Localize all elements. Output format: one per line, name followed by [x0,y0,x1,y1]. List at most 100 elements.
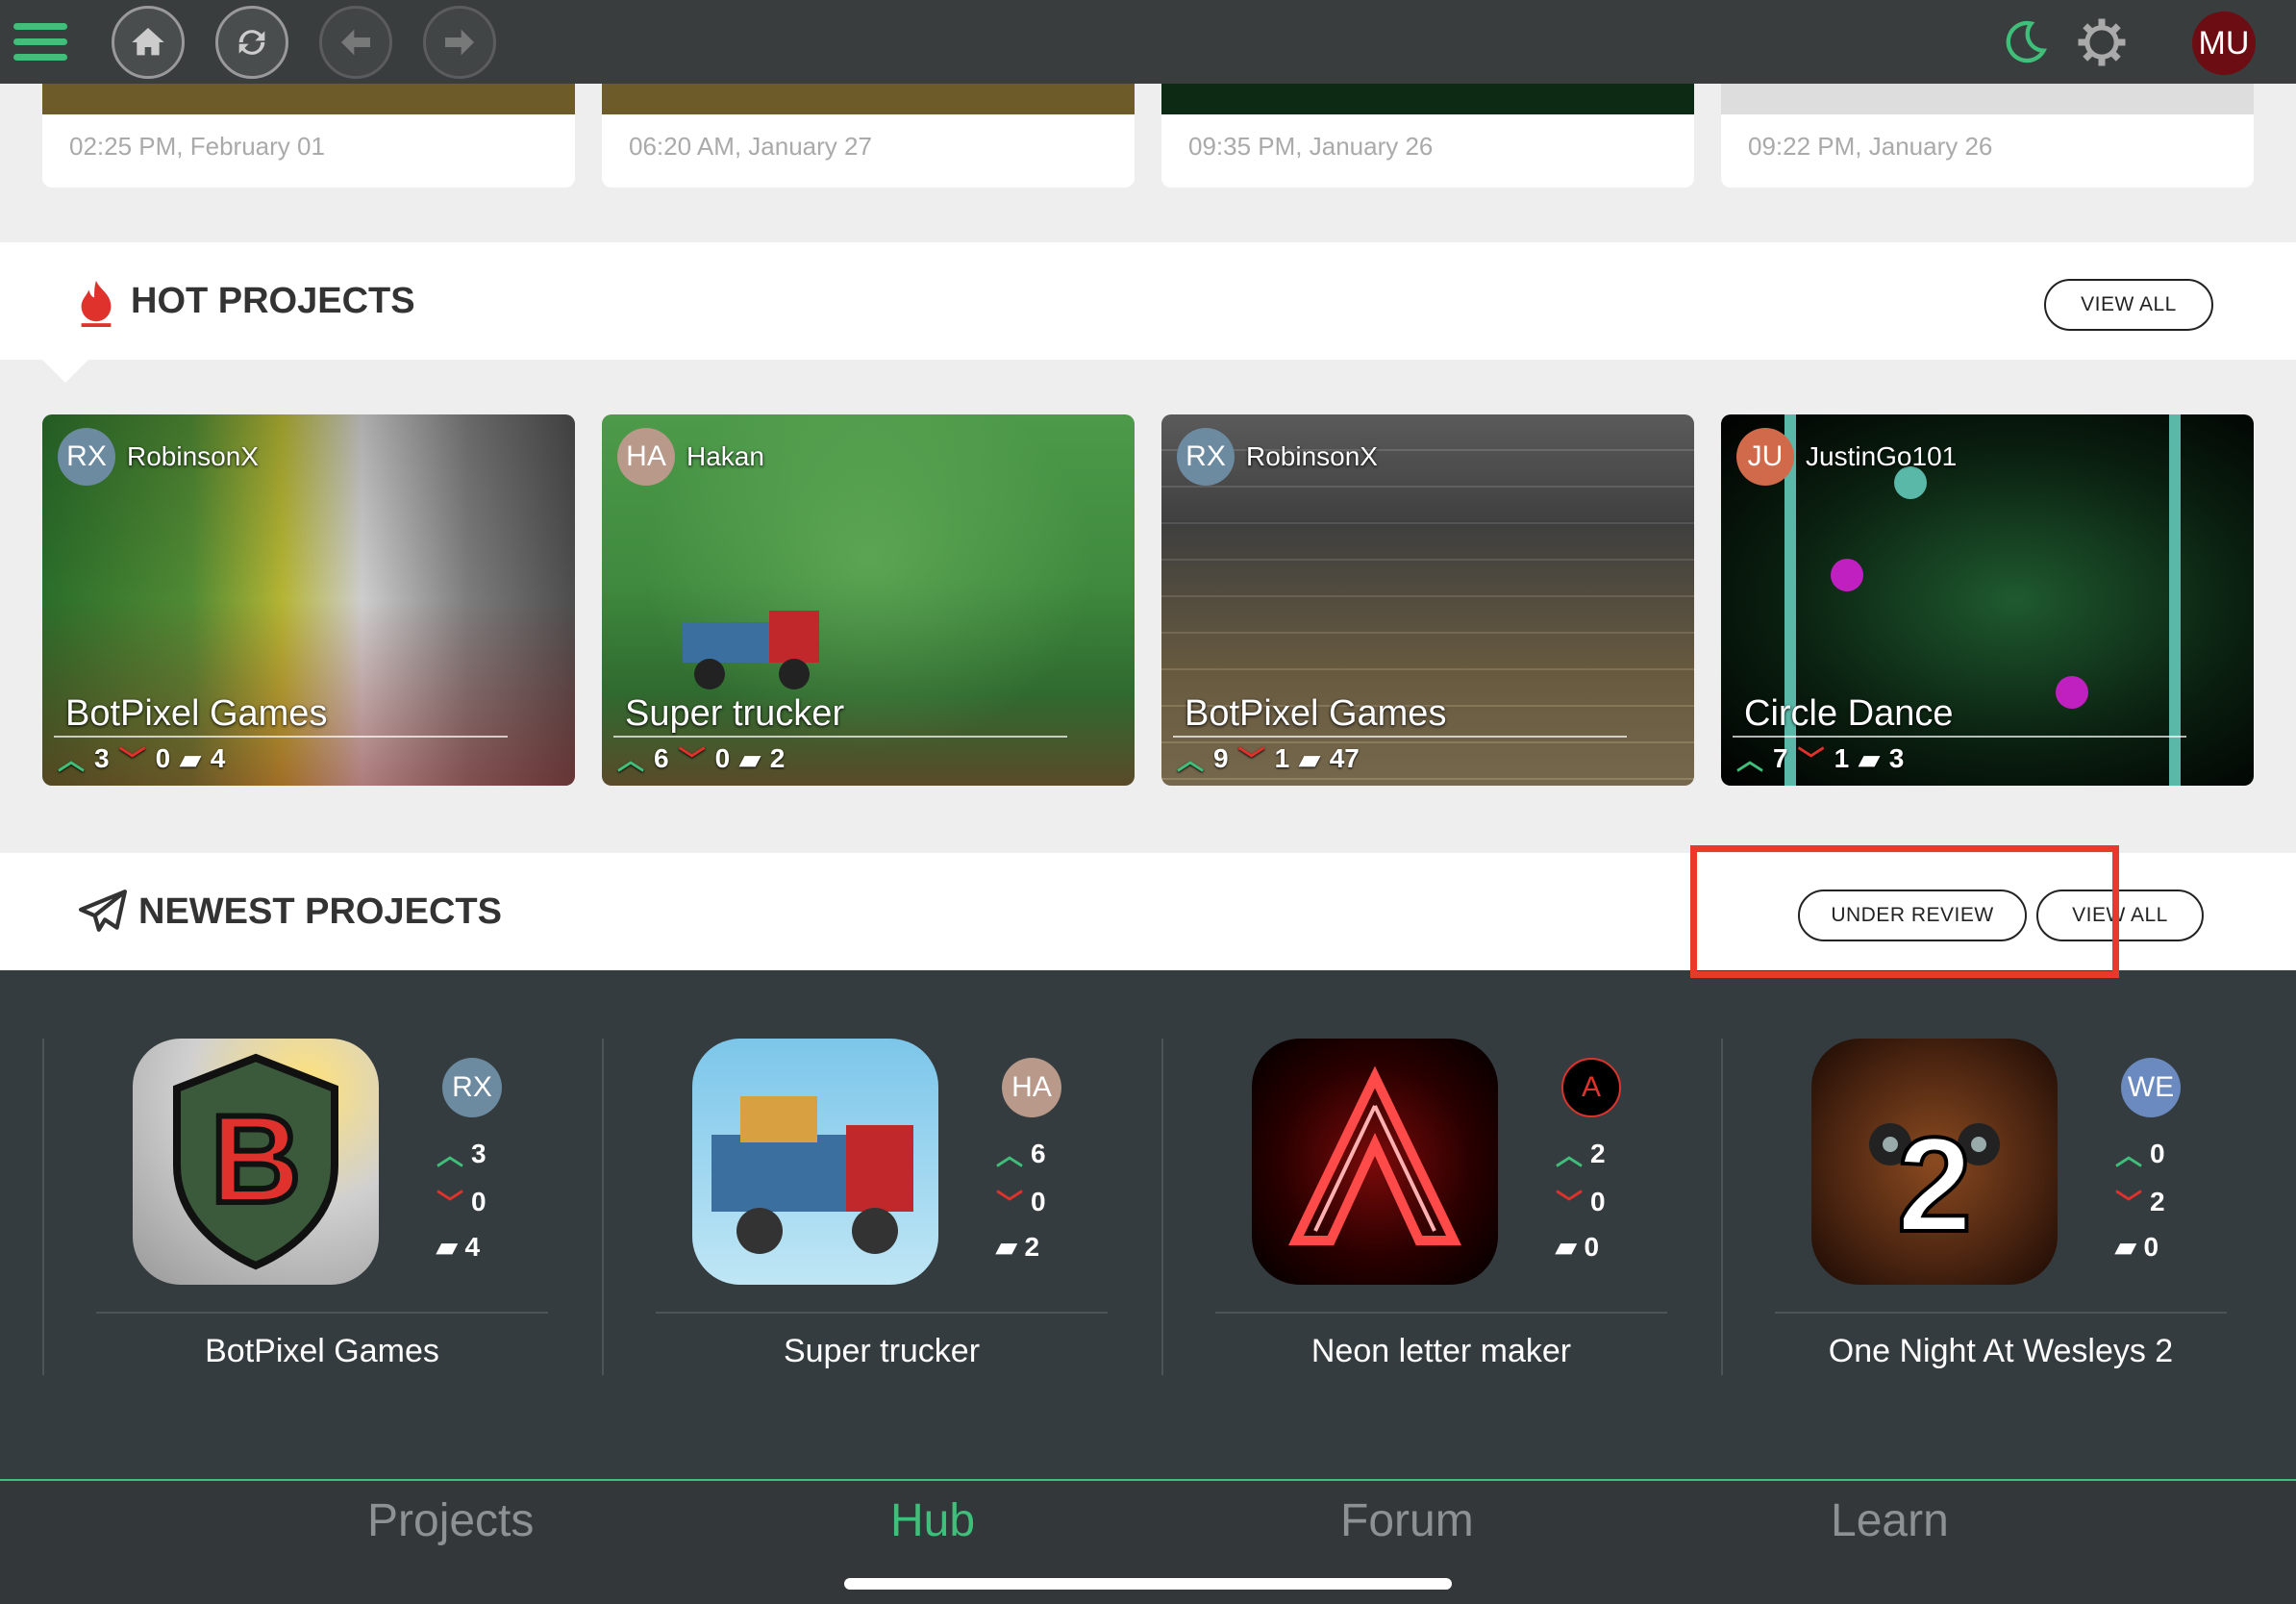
comment-count: 2 [1024,1231,1040,1262]
refresh-icon [238,30,265,55]
upvote-icon[interactable]: ︿ [2115,1135,2142,1173]
user-avatar[interactable]: A [1561,1058,1621,1117]
upvote-icon[interactable]: ︿ [1736,739,1763,778]
section-title: NEWEST PROJECTS [138,891,502,932]
hot-project-card[interactable]: RX RobinsonX BotPixel Games ︿ 3 ﹀ 0 ▰ 4 [42,414,575,786]
upvote-count: 6 [654,743,669,773]
tab-projects[interactable]: Projects [367,1494,534,1547]
upvote-icon[interactable]: ︿ [58,739,85,778]
recent-time: 06:20 AM, January 27 [629,132,872,161]
forward-button[interactable] [423,6,496,79]
downvote-icon[interactable]: ﹀ [679,739,706,778]
upvote-count: 7 [1773,743,1788,773]
upvote-count: 2 [1590,1139,1606,1168]
project-name: Neon letter maker [1310,1333,1572,1369]
view-all-button[interactable]: VIEW ALL [2044,279,2213,331]
recent-card[interactable]: 02:25 PM, February 01 [42,84,575,188]
tab-forum[interactable]: Forum [1340,1494,1474,1547]
upvote-count: 3 [471,1139,487,1168]
section-title: HOT PROJECTS [131,281,415,321]
comment-icon: ▰ [996,1232,1017,1262]
paper-plane-icon [79,890,127,932]
upvote-icon[interactable]: ︿ [617,739,644,778]
downvote-icon[interactable]: ﹀ [1238,739,1265,778]
project-title: BotPixel Games [1185,693,1447,734]
comment-icon: ▰ [739,743,761,774]
downvote-count: 0 [471,1187,487,1216]
hot-project-card[interactable]: RX RobinsonX BotPixel Games ︿ 9 ﹀ 1 ▰ 47 [1161,414,1694,786]
recent-time: 09:22 PM, January 26 [1748,132,1993,161]
user-avatar[interactable]: MU [2192,12,2256,75]
project-name: One Night At Wesleys 2 [1828,1333,2174,1369]
newest-project-card[interactable]: HA ︿ 6 ﹀ 0 ▰ 2 Super trucker [602,1039,1161,1375]
project-title: Super trucker [625,693,845,734]
fire-icon [81,280,112,327]
username: JustinGo101 [1806,441,1958,471]
user-avatar[interactable]: RX [442,1058,502,1117]
home-icon [132,28,164,56]
downvote-icon[interactable]: ﹀ [119,739,146,778]
project-icon: B [133,1039,379,1285]
upvote-icon[interactable]: ︿ [1556,1135,1583,1173]
downvote-count: 0 [714,743,731,773]
arrow-right-icon [445,29,474,56]
gear-icon[interactable] [2075,15,2129,69]
upvote-count: 0 [2150,1139,2165,1168]
upvote-icon[interactable]: ︿ [437,1135,463,1173]
user-avatar[interactable]: HA [1002,1058,1061,1117]
hot-project-card[interactable]: JU JustinGo101 Circle Dance ︿ 7 ﹀ 1 ▰ 3 [1721,414,2254,786]
svg-text:2: 2 [1897,1109,1972,1260]
user-avatar[interactable]: WE [2121,1058,2181,1117]
comment-count: 4 [210,743,226,773]
home-button[interactable] [112,6,185,79]
user-avatar: HA [617,428,675,486]
refresh-button[interactable] [215,6,288,79]
arrow-left-icon [341,29,370,56]
downvote-count: 0 [1031,1187,1046,1216]
upvote-icon[interactable]: ︿ [996,1135,1023,1173]
moon-icon[interactable] [2000,17,2050,67]
project-title: Circle Dance [1744,693,1954,734]
recent-card[interactable]: 09:22 PM, January 26 [1721,84,2254,188]
menu-icon[interactable] [13,23,67,62]
hot-project-card[interactable]: HA Hakan Super trucker ︿ 6 ﹀ 0 ▰ 2 [602,414,1135,786]
project-title: BotPixel Games [65,693,328,734]
downvote-icon[interactable]: ﹀ [996,1183,1023,1221]
comment-icon: ▰ [1556,1232,1577,1262]
highlight-box [1690,845,2119,978]
recent-card[interactable]: 09:35 PM, January 26 [1161,84,1694,188]
downvote-count: 2 [2150,1187,2165,1216]
comment-icon: ▰ [180,743,201,774]
project-name: Super trucker [783,1333,981,1369]
user-avatar: RX [58,428,115,486]
comment-count: 0 [2143,1231,2159,1262]
downvote-icon[interactable]: ﹀ [2115,1183,2142,1221]
recent-card[interactable]: 06:20 AM, January 27 [602,84,1135,188]
newest-project-card[interactable]: A ︿ 2 ﹀ 0 ▰ 0 Neon letter maker [1161,1039,1721,1375]
downvote-icon[interactable]: ﹀ [437,1183,463,1221]
upvote-count: 9 [1213,743,1229,773]
username: Hakan [686,441,764,471]
upvote-icon[interactable]: ︿ [1177,739,1204,778]
newest-project-card[interactable]: 2 WE ︿ 0 ﹀ 2 ▰ 0 One Night At Wesleys 2 [1721,1039,2281,1375]
tab-hub[interactable]: Hub [890,1494,975,1547]
recent-time: 02:25 PM, February 01 [69,132,325,161]
tab-learn[interactable]: Learn [1831,1494,1949,1547]
hot-projects-header: HOT PROJECTS VIEW ALL [0,242,2296,383]
project-icon [692,1039,938,1285]
home-indicator[interactable] [844,1578,1452,1590]
comment-icon: ▰ [2115,1232,2136,1262]
back-button[interactable] [319,6,392,79]
comment-count: 4 [464,1231,481,1262]
comment-count: 0 [1584,1231,1600,1262]
downvote-icon[interactable]: ﹀ [1556,1183,1583,1221]
truck-image [683,611,819,689]
newest-project-card[interactable]: B RX ︿ 3 ﹀ 0 ▰ 4 BotPixel Games [42,1039,602,1375]
project-icon [1252,1039,1498,1285]
comment-icon: ▰ [437,1232,458,1262]
comment-count: 47 [1329,743,1360,773]
downvote-count: 0 [155,743,171,773]
downvote-icon[interactable]: ﹀ [1798,739,1825,778]
top-bar: MU [0,0,2296,84]
project-icon: 2 [1811,1039,2058,1285]
